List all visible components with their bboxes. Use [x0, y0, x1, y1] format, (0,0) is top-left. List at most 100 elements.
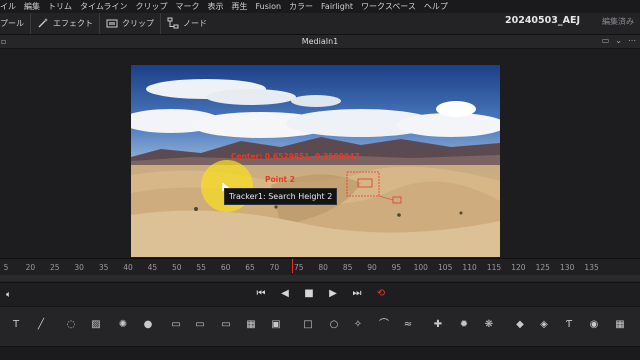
desert-scene-image	[131, 65, 500, 257]
magic-wand-icon	[37, 17, 49, 31]
ruler-tick-label: 120	[511, 263, 526, 272]
camera3d-icon[interactable]: ◉	[588, 319, 600, 331]
fusion-toolbar: T ╱ ◌ ▨ ✺ ● ▭ ▭ ▭ ▦ ▣ □ ○ ✧ ⌒ ≈ ✚ ✹ ❋ ◆ ◈ Ƭ ◉ ▦	[0, 306, 640, 346]
paint-mask-icon[interactable]: ≈	[402, 319, 414, 331]
viewer-title: MediaIn1	[301, 37, 339, 46]
ruler-tick-label: 115	[486, 263, 502, 272]
merge3d-icon[interactable]: ◈	[538, 319, 550, 331]
ruler-ticks: 5 20 25 30 35 40 45 50 55 60 65 70 75 80 85 90 95 100 105 1…	[0, 259, 640, 273]
ruler-tick-label: 50	[172, 263, 182, 272]
menu-trim[interactable]: トリム	[44, 1, 76, 12]
paint-tool-icon[interactable]: ╱	[35, 319, 47, 331]
text-tool-icon[interactable]: T	[10, 319, 22, 331]
rectangle-mask-icon[interactable]: ○	[328, 319, 340, 331]
ruler-tick-label: 5	[3, 263, 9, 272]
view-options-icon[interactable]: ▭	[602, 36, 610, 45]
skip-to-end-icon[interactable]: ⏭︎	[351, 288, 363, 299]
clips-label: クリップ	[122, 19, 154, 28]
particle-icon[interactable]: ✚	[432, 319, 444, 331]
ruler-tick-label: 35	[98, 263, 109, 272]
menu-clip[interactable]: クリップ	[131, 1, 171, 12]
ruler-tick-label: 80	[318, 263, 328, 272]
bottom-panel	[0, 346, 640, 360]
menu-workspace[interactable]: ワークスペース	[357, 1, 420, 12]
shape3d-icon[interactable]: ◆	[514, 319, 526, 331]
menu-timeline[interactable]: タイムライン	[76, 1, 131, 12]
ruler-tick-label: 90	[367, 263, 377, 272]
background-tool-icon[interactable]: ◌	[65, 319, 77, 331]
ruler-tick-label: 70	[269, 263, 280, 272]
text3d-icon[interactable]: Ƭ	[563, 319, 575, 331]
node-icon	[167, 17, 179, 31]
gradient-tool-icon[interactable]: ▨	[90, 319, 102, 331]
transport-controls: ⏮︎ ◀ ■ ▶ ⏭︎ ⟲	[255, 288, 387, 299]
ruler-tick-label: 20	[25, 263, 36, 272]
ruler-tick-label: 95	[391, 263, 402, 272]
merge-icon[interactable]: ▭	[170, 319, 182, 331]
ruler-tick-label: 130	[560, 263, 575, 272]
menu-edit[interactable]: 編集	[20, 1, 44, 12]
more-options-icon[interactable]: ⋯	[628, 36, 636, 45]
media-pool-button[interactable]: プール	[0, 13, 31, 34]
tracker-point-label[interactable]: Point 2	[265, 175, 295, 184]
ellipse-mask-icon[interactable]: □	[302, 319, 314, 331]
render-icon[interactable]: ❋	[483, 319, 495, 331]
ruler-tick-label: 85	[342, 263, 353, 272]
ruler-tick-label: 125	[535, 263, 550, 272]
tracker-center-readout: Center: 0.6529851, 0.3509947	[231, 152, 360, 161]
chevron-down-icon[interactable]: ⌄	[615, 36, 622, 45]
menu-playback[interactable]: 再生	[227, 1, 251, 12]
ruler-tick-label: 135	[584, 263, 599, 272]
loop-icon[interactable]: ⟲	[375, 288, 387, 299]
clips-button[interactable]: クリップ	[100, 13, 161, 34]
viewer[interactable]: Center: 0.6529851, 0.3509947 Point 2 Tra…	[0, 50, 640, 258]
ruler-tick-label: 55	[196, 263, 206, 272]
bspline-mask-icon[interactable]: ⌒	[378, 319, 390, 331]
menu-color[interactable]: カラー	[285, 1, 317, 12]
emitter-icon[interactable]: ✹	[458, 319, 470, 331]
clip-icon	[106, 17, 118, 31]
playhead[interactable]	[292, 259, 293, 273]
video-frame[interactable]	[131, 65, 500, 257]
resize-icon[interactable]: ▦	[245, 319, 257, 331]
brightness-contrast-icon[interactable]: ✺	[117, 319, 129, 331]
speaker-icon[interactable]: 🔈︎	[6, 290, 11, 300]
ruler-tick-label: 65	[245, 263, 255, 272]
menu-help[interactable]: ヘルプ	[420, 1, 452, 12]
menu-file[interactable]: イル	[0, 1, 20, 12]
play-reverse-icon[interactable]: ◀	[279, 288, 291, 299]
ruler-scrub-bar[interactable]	[0, 275, 640, 281]
project-name: 20240503_AEJ	[504, 15, 580, 26]
ruler-tick-label: 30	[74, 263, 84, 272]
polygon-mask-icon[interactable]: ✧	[352, 319, 364, 331]
ruler-tick-label: 25	[50, 263, 60, 272]
ruler-tick-label: 110	[462, 263, 477, 272]
timeline-ruler[interactable]: 5 20 25 30 35 40 45 50 55 60 65 70 75 80 85 90 95 100 105 1…	[0, 258, 640, 282]
ruler-tick-label: 105	[438, 263, 453, 272]
effects-button[interactable]: エフェクト	[31, 13, 100, 34]
crop-icon[interactable]: ▭	[220, 319, 232, 331]
transport-bar: 🔈︎ ⏮︎ ◀ ■ ▶ ⏭︎ ⟲	[0, 282, 640, 306]
menu-fusion[interactable]: Fusion	[251, 2, 285, 11]
stop-icon[interactable]: ■	[303, 288, 315, 299]
effects-label: エフェクト	[53, 19, 93, 28]
media-pool-label: プール	[0, 19, 24, 28]
menu-fairlight[interactable]: Fairlight	[317, 2, 357, 11]
viewer-header: ▫ MediaIn1 ▭ ⌄ ⋯	[0, 35, 640, 49]
nodes-label: ノード	[183, 19, 207, 28]
menu-mark[interactable]: マーク	[171, 1, 203, 12]
renderer3d-icon[interactable]: ▦	[614, 319, 626, 331]
channel-boolean-icon[interactable]: ▣	[270, 319, 282, 331]
skip-to-start-icon[interactable]: ⏮︎	[255, 288, 267, 299]
ruler-tick-label: 100	[413, 263, 428, 272]
nodes-button[interactable]: ノード	[161, 13, 213, 34]
viewer-options: ▭ ⌄ ⋯	[602, 36, 636, 45]
ruler-tick-label: 40	[123, 263, 133, 272]
ruler-tick-label: 60	[220, 263, 231, 272]
tooltip: Tracker1: Search Height 2	[224, 188, 338, 205]
menu-view[interactable]: 表示	[203, 1, 227, 12]
play-icon[interactable]: ▶	[327, 288, 339, 299]
menu-bar: イル 編集 トリム タイムライン クリップ マーク 表示 再生 Fusion カ…	[0, 0, 640, 13]
transform-icon[interactable]: ▭	[194, 319, 206, 331]
blur-icon[interactable]: ●	[142, 319, 154, 331]
